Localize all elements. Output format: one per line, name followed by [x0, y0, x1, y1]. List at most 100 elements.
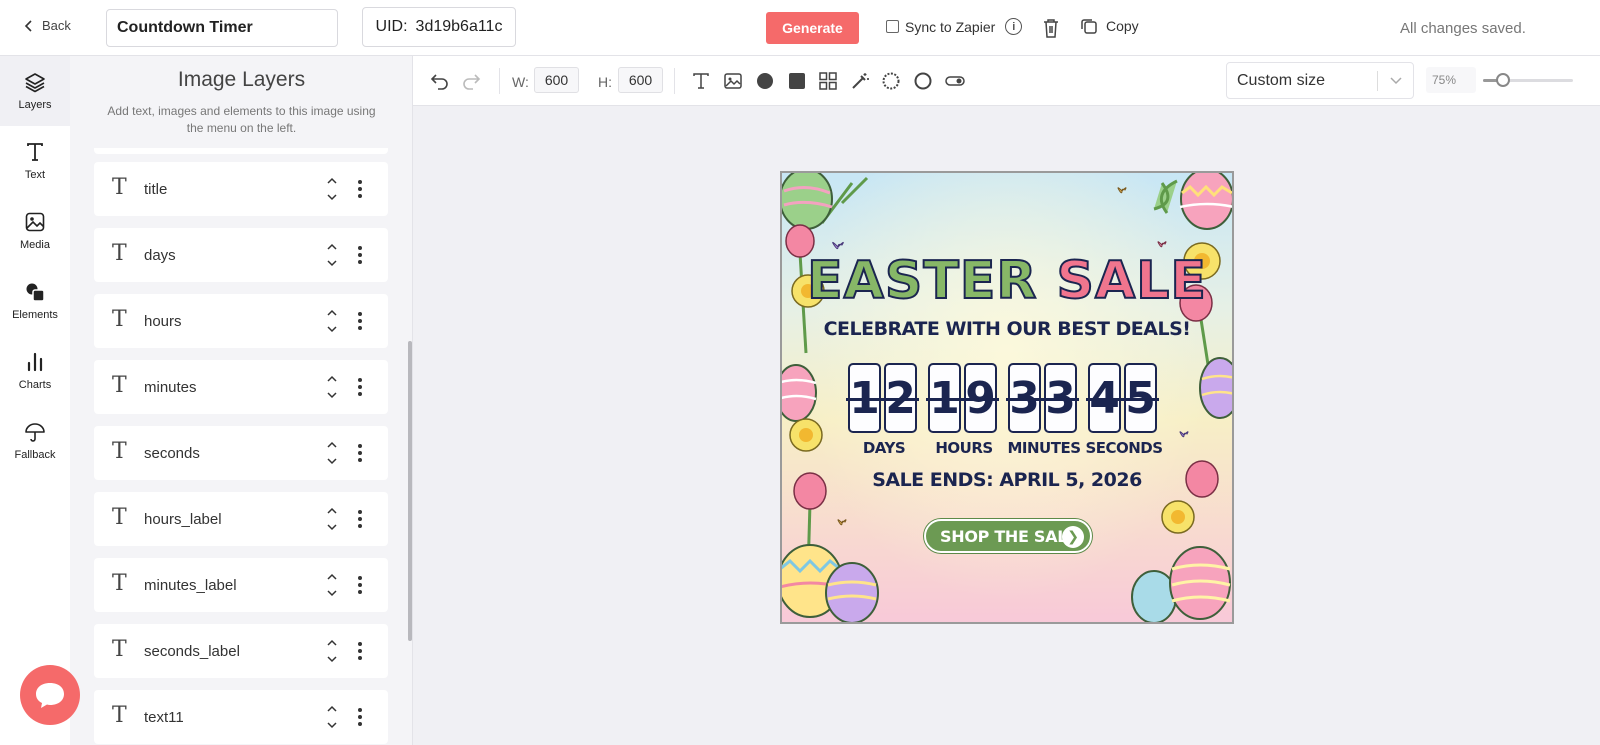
add-circle-icon[interactable]: [755, 71, 775, 91]
generate-button[interactable]: Generate: [766, 12, 859, 44]
reorder-icon[interactable]: [326, 241, 338, 269]
more-options-icon[interactable]: [358, 311, 362, 331]
height-input[interactable]: [618, 67, 663, 93]
rail-item-charts[interactable]: Charts: [0, 336, 70, 406]
more-options-icon[interactable]: [358, 179, 362, 199]
chat-button[interactable]: [20, 665, 80, 725]
reorder-icon[interactable]: [326, 439, 338, 467]
umbrella-icon: [25, 423, 45, 442]
uid-label: UID:: [375, 18, 408, 35]
banner-tagline: CELEBRATE WITH OUR BEST DEALS!: [823, 318, 1191, 340]
copy-icon: [1081, 19, 1097, 34]
layer-item[interactable]: Thours: [94, 294, 388, 348]
rail-item-fallback[interactable]: Fallback: [0, 406, 70, 476]
layer-name: days: [144, 247, 176, 264]
panel-title: Image Layers: [177, 68, 306, 91]
reorder-icon[interactable]: [326, 307, 338, 335]
layer-item[interactable]: Tminutes_label: [94, 558, 388, 612]
width-label: W:: [512, 74, 529, 90]
more-options-icon[interactable]: [358, 377, 362, 397]
back-label: Back: [42, 18, 71, 33]
seconds-digit-1: 4: [1086, 363, 1123, 433]
seconds-digit-2: 5: [1122, 363, 1159, 433]
minutes-digit-1: 3: [1006, 363, 1043, 433]
layer-item[interactable]: Ttitle: [94, 162, 388, 216]
more-options-icon[interactable]: [358, 443, 362, 463]
back-button[interactable]: Back: [22, 18, 71, 33]
rail-label-layers: Layers: [18, 99, 52, 111]
dashed-circle-icon[interactable]: [881, 71, 901, 91]
chevron-left-icon: [24, 19, 32, 32]
reorder-icon[interactable]: [326, 505, 338, 533]
layer-item[interactable]: Tseconds: [94, 426, 388, 480]
text-layer-icon: T: [112, 505, 127, 530]
undo-icon[interactable]: [430, 71, 450, 91]
sync-to-zapier: Sync to Zapier i: [886, 18, 1023, 35]
add-text-icon[interactable]: [691, 71, 711, 91]
width-input[interactable]: [534, 67, 579, 93]
add-rectangle-icon[interactable]: [787, 71, 807, 91]
height-label: H:: [598, 74, 612, 90]
minutes-label: MINUTES: [1007, 439, 1081, 457]
rail-label-media: Media: [20, 239, 50, 251]
more-options-icon[interactable]: [358, 245, 362, 265]
days-label: DAYS: [862, 439, 906, 457]
chevron-down-icon: [1390, 77, 1402, 85]
layer-name: seconds: [144, 445, 200, 462]
chevron-right-icon: ❯: [1062, 526, 1084, 548]
rail-item-text[interactable]: Text: [0, 126, 70, 196]
redo-icon[interactable]: [461, 71, 481, 91]
trash-icon[interactable]: [1041, 17, 1061, 39]
bar-chart-icon: [27, 352, 43, 372]
panel-subtitle: Add text, images and elements to this im…: [107, 104, 376, 135]
uid-value: 3d19b6a11c: [415, 18, 503, 35]
reorder-icon[interactable]: [326, 703, 338, 731]
layer-item[interactable]: Tminutes: [94, 360, 388, 414]
shop-sale-button[interactable]: SHOP THE SALE ❯: [924, 519, 1092, 553]
banner-title-word2: SALE: [1055, 251, 1207, 311]
circle-outline-icon[interactable]: [913, 71, 933, 91]
days-digit-2: 2: [882, 363, 919, 433]
reorder-icon[interactable]: [326, 175, 338, 203]
text-layer-icon: T: [112, 637, 127, 662]
text-layer-icon: T: [112, 241, 127, 266]
add-image-icon[interactable]: [723, 71, 743, 91]
layer-item[interactable]: Tseconds_label: [94, 624, 388, 678]
rail-label-text: Text: [24, 169, 46, 181]
rail-item-elements[interactable]: Elements: [0, 266, 70, 336]
countdown-image-canvas[interactable]: EASTER SALE CELEBRATE WITH OUR BEST DEAL…: [780, 171, 1234, 624]
rail-item-layers[interactable]: Layers: [0, 56, 70, 126]
layer-item[interactable]: Ttext11: [94, 690, 388, 744]
shapes-icon: [26, 283, 45, 302]
layer-name: text11: [144, 709, 184, 726]
layer-item[interactable]: Tdays: [94, 228, 388, 282]
reorder-icon[interactable]: [326, 373, 338, 401]
more-options-icon[interactable]: [358, 707, 362, 727]
top-bar: Back UID: 3d19b6a11c Generate Sync to Za…: [0, 0, 1600, 56]
size-preset-value: Custom size: [1237, 71, 1326, 89]
info-icon[interactable]: i: [1005, 18, 1023, 35]
more-options-icon[interactable]: [358, 509, 362, 529]
toolbar-divider: [674, 68, 675, 94]
sync-checkbox[interactable]: [886, 20, 899, 33]
magic-wand-icon[interactable]: [850, 71, 870, 91]
sale-end-date: SALE ENDS: APRIL 5, 2026: [872, 469, 1142, 491]
size-preset-select[interactable]: Custom size: [1226, 62, 1414, 99]
zoom-slider-knob[interactable]: [1495, 73, 1510, 87]
grid-icon[interactable]: [818, 71, 838, 91]
banner-title: EASTER SALE: [782, 251, 1232, 311]
toggle-icon[interactable]: [945, 71, 965, 91]
layer-item[interactable]: Thours_label: [94, 492, 388, 546]
rail-label-elements: Elements: [12, 309, 58, 321]
copy-button[interactable]: Copy: [1080, 17, 1139, 35]
rail-item-media[interactable]: Media: [0, 196, 70, 266]
copy-label: Copy: [1106, 18, 1139, 34]
reorder-icon[interactable]: [326, 637, 338, 665]
layers-scrollbar[interactable]: [408, 341, 412, 641]
image-icon: [25, 212, 45, 232]
project-name-input[interactable]: [106, 9, 338, 47]
reorder-icon[interactable]: [326, 571, 338, 599]
more-options-icon[interactable]: [358, 575, 362, 595]
rail-label-fallback: Fallback: [14, 449, 56, 461]
more-options-icon[interactable]: [358, 641, 362, 661]
